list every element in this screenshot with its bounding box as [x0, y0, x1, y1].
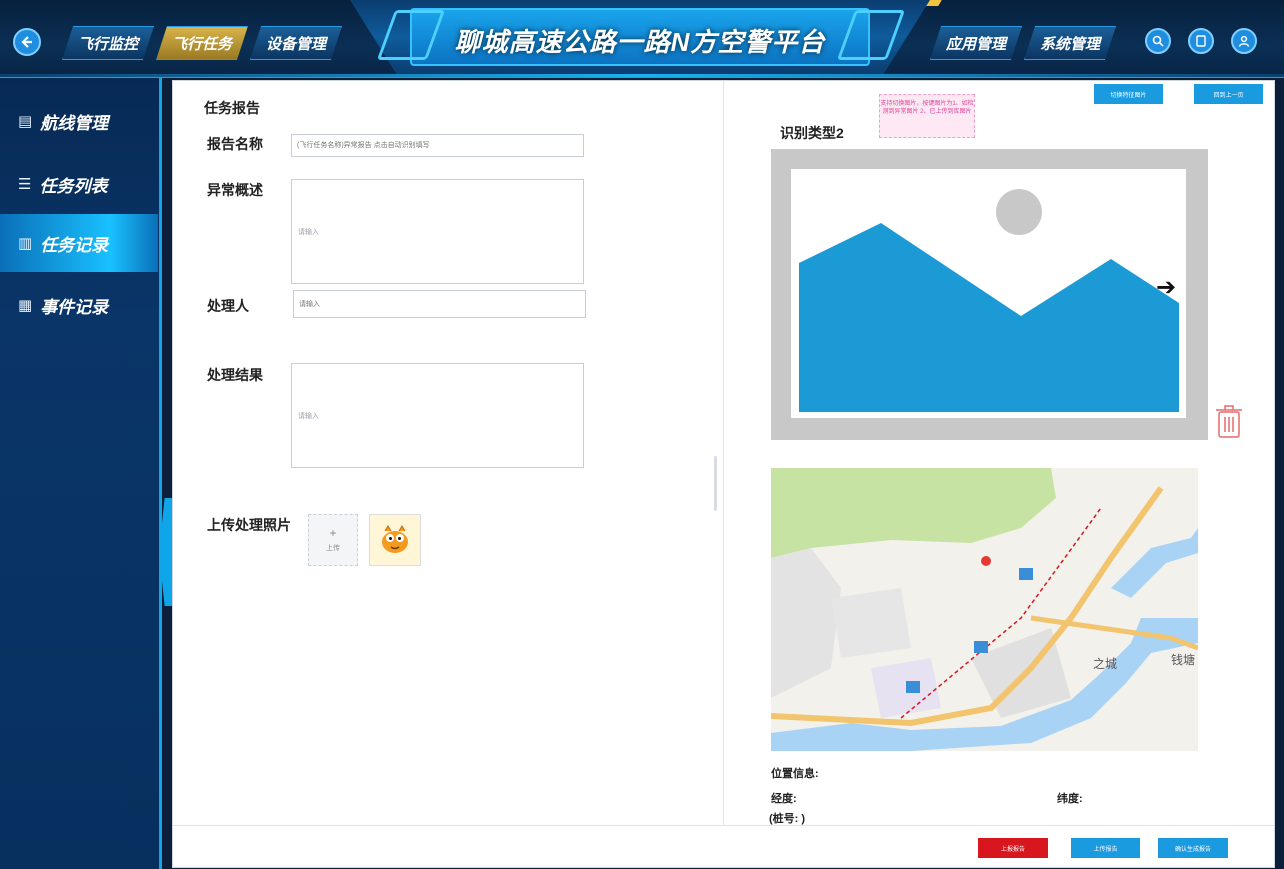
map-label-town: 钱塘	[1171, 653, 1196, 667]
report-name-input[interactable]	[291, 134, 584, 157]
upload-report-button[interactable]: 上传报告	[1071, 838, 1140, 858]
nav-tab-system-management[interactable]: 系统管理	[1024, 26, 1116, 60]
switch-image-button[interactable]: 切换特征图片	[1094, 84, 1163, 104]
anomaly-label: 异常概述	[207, 182, 263, 198]
sidebar-item-task-list[interactable]: ☰ 任务列表	[0, 155, 158, 213]
footer-divider	[173, 825, 1274, 826]
back-arrow-icon	[21, 36, 32, 48]
image-placeholder	[791, 169, 1186, 418]
map-graphic	[771, 468, 1198, 751]
longitude-label: 经度:	[771, 793, 797, 805]
result-label: 处理结果	[207, 367, 263, 383]
document-icon[interactable]	[1188, 28, 1214, 54]
sidebar-item-task-record[interactable]: ▥ 任务记录	[0, 214, 158, 272]
upload-button[interactable]: + 上传	[308, 514, 358, 566]
anomaly-textarea[interactable]: 请输入	[291, 179, 584, 284]
sidebar-item-label: 任务列表	[39, 176, 108, 196]
nav-tab-flight-monitor[interactable]: 飞行监控	[62, 26, 154, 60]
header-accent-line	[0, 74, 1284, 77]
top-header: 飞行监控 飞行任务 设备管理 聊城高速公路一路N方空警平台 应用管理 系统管理	[0, 0, 1284, 78]
confirm-generate-report-button[interactable]: 确认生成报告	[1158, 838, 1228, 858]
list-icon: ☰	[18, 176, 32, 193]
report-name-label: 报告名称	[207, 136, 263, 152]
result-textarea[interactable]: 请输入	[291, 363, 584, 468]
prev-page-button[interactable]: 回到上一页	[1194, 84, 1263, 104]
back-button[interactable]	[13, 28, 41, 56]
report-submit-button[interactable]: 上报报告	[978, 838, 1048, 858]
sidebar-item-label: 事件记录	[40, 297, 109, 317]
next-image-arrow-icon[interactable]: ➔	[1156, 273, 1176, 302]
user-icon[interactable]	[1231, 28, 1257, 54]
handler-label: 处理人	[207, 298, 249, 314]
sidebar-item-label: 航线管理	[40, 113, 109, 133]
trash-icon[interactable]	[1215, 403, 1243, 439]
route-doc-icon: ▤	[18, 113, 33, 130]
handler-input[interactable]	[293, 290, 586, 318]
upload-text: 上传	[326, 545, 340, 552]
search-icon[interactable]	[1145, 28, 1171, 54]
uploaded-photo-thumbnail[interactable]	[369, 514, 421, 566]
nav-tab-device-management[interactable]: 设备管理	[250, 26, 342, 60]
nav-tab-app-management[interactable]: 应用管理	[930, 26, 1022, 60]
record-doc-icon: ▥	[18, 235, 33, 252]
plus-icon: +	[329, 526, 337, 540]
nav-tab-flight-task[interactable]: 飞行任务	[156, 26, 248, 60]
section-title: 任务报告	[204, 100, 260, 116]
upload-photo-label: 上传处理照片	[207, 517, 291, 533]
sidebar: ▤ 航线管理 ☰ 任务列表 ▥ 任务记录 ▦ 事件记录	[0, 78, 162, 869]
location-info-title: 位置信息:	[771, 768, 819, 780]
event-doc-icon: ▦	[18, 297, 33, 314]
cartoon-cat-image	[382, 525, 408, 553]
sidebar-item-label: 任务记录	[40, 235, 109, 255]
map-label-city: 之城	[1093, 657, 1118, 671]
main-panel: 任务报告 报告名称 异常概述 请输入 处理人 处理结果 请输入 上传处理照片 +…	[172, 80, 1275, 868]
location-map[interactable]: 之城 钱塘	[771, 468, 1198, 751]
latitude-label: 纬度:	[1057, 793, 1083, 805]
panel-divider	[723, 81, 724, 826]
sidebar-item-route-management[interactable]: ▤ 航线管理	[0, 92, 158, 150]
recognition-image-frame	[771, 149, 1208, 440]
scrollbar[interactable]	[714, 456, 717, 511]
hint-note: 支持切换图片，按键图片为1、如检测到异常图片 2、已上传到库图片	[879, 94, 975, 138]
image-placeholder-icon	[799, 189, 1179, 412]
stake-label: (桩号: )	[769, 813, 806, 825]
sidebar-item-event-record[interactable]: ▦ 事件记录	[0, 276, 158, 334]
recognition-type-title: 识别类型2	[780, 125, 844, 141]
